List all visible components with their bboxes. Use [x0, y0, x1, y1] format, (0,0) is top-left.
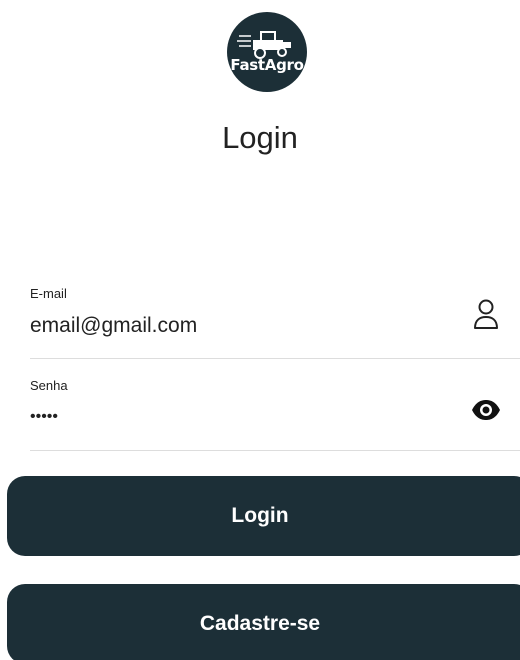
logo-text: FastAgro — [230, 56, 304, 74]
login-button-label: Login — [231, 504, 289, 527]
tractor-icon — [237, 31, 291, 59]
password-input[interactable] — [30, 408, 430, 426]
password-field[interactable]: Senha — [30, 374, 520, 451]
login-button[interactable]: Login — [7, 476, 520, 556]
login-screen: FastAgro Login E-mail Senha Login — [0, 0, 520, 660]
app-logo: FastAgro — [227, 12, 307, 92]
email-field[interactable]: E-mail — [30, 282, 520, 359]
page-title: Login — [222, 120, 298, 155]
eye-icon[interactable] — [470, 390, 502, 430]
signup-button-area: Cadastre-se — [0, 584, 520, 660]
signup-button[interactable]: Cadastre-se — [7, 584, 520, 660]
email-label: E-mail — [30, 286, 67, 301]
password-label: Senha — [30, 378, 68, 393]
signup-button-label: Cadastre-se — [199, 612, 321, 635]
login-button-area: Login — [0, 476, 520, 556]
email-input[interactable] — [30, 314, 430, 338]
user-icon — [470, 294, 502, 334]
